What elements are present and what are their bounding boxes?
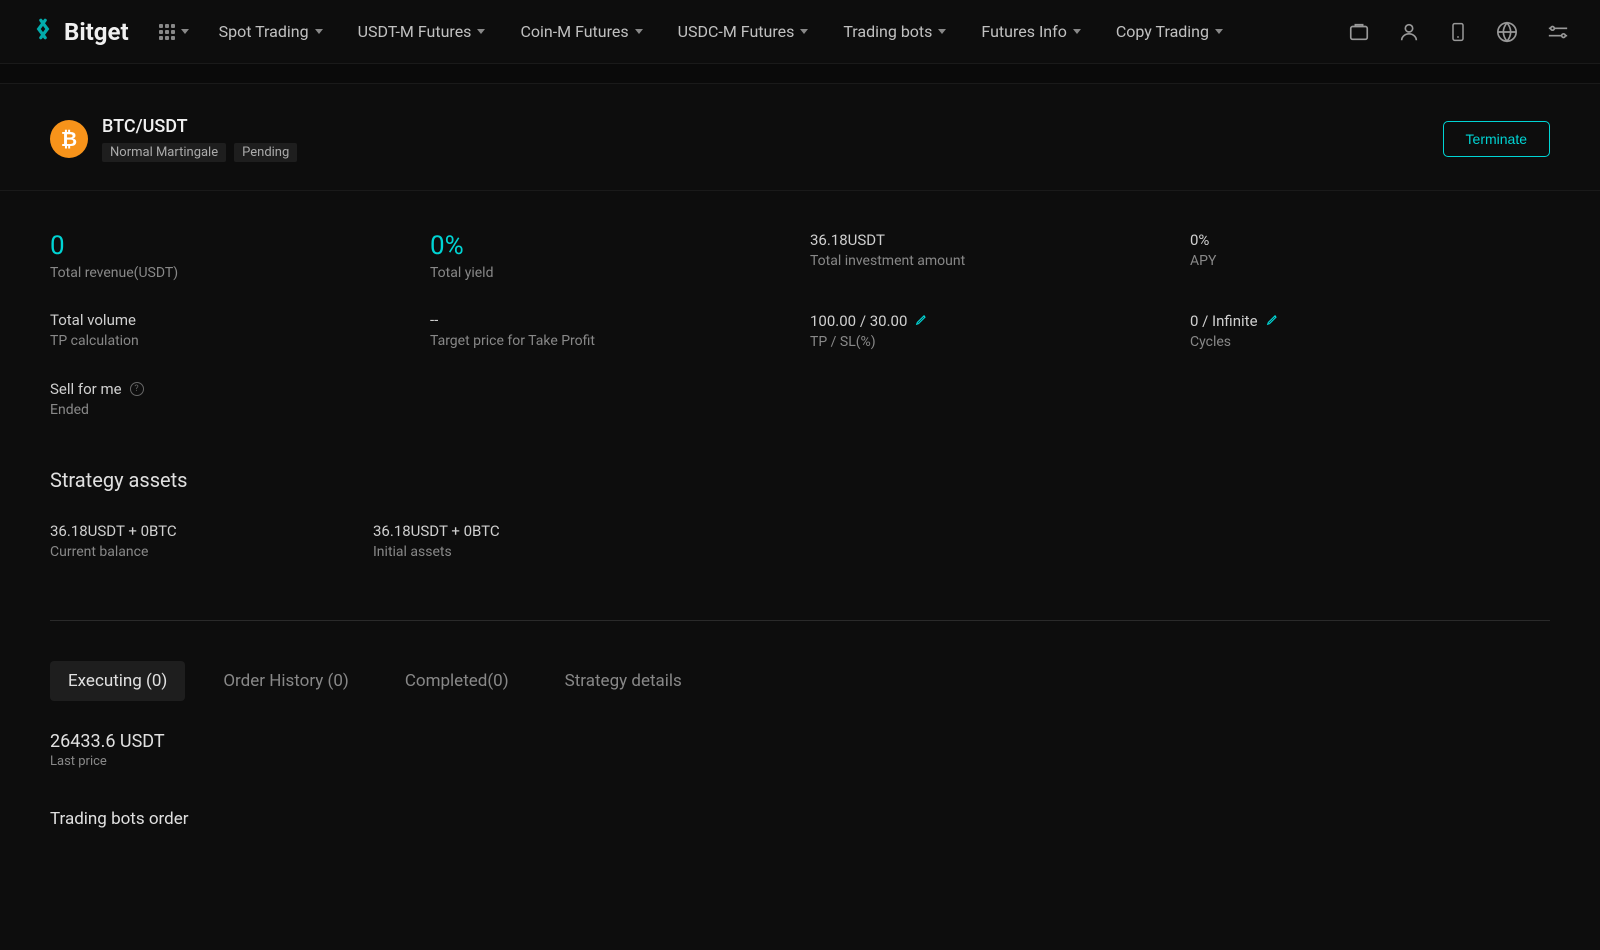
nav-coinm-futures[interactable]: Coin-M Futures: [520, 22, 642, 41]
chevron-down-icon: [938, 29, 946, 34]
stat-value: 36.18USDT + 0BTC: [373, 522, 1550, 540]
nav-label: USDC-M Futures: [678, 22, 795, 41]
apps-grid-icon: [159, 24, 175, 40]
logo[interactable]: Bitget: [30, 16, 129, 48]
stat-total-revenue: 0 Total revenue(USDT): [50, 231, 410, 281]
stat-value: --: [430, 311, 790, 329]
stat-label: TP / SL(%): [810, 334, 1170, 350]
stats-grid: 0 Total revenue(USDT) 0% Total yield 36.…: [50, 231, 1550, 418]
stat-value: Total volume: [50, 311, 410, 329]
tab-strategy-details[interactable]: Strategy details: [547, 661, 700, 701]
sub-header: [0, 64, 1600, 84]
stat-initial-assets: 36.18USDT + 0BTC Initial assets: [373, 522, 1550, 560]
stat-label: Cycles: [1190, 334, 1550, 350]
badge-status: Pending: [234, 143, 297, 162]
nav-trading-bots[interactable]: Trading bots: [843, 22, 946, 41]
stat-tp-sl: 100.00 / 30.00 TP / SL(%): [810, 311, 1170, 350]
logo-text: Bitget: [64, 18, 129, 46]
wallet-icon[interactable]: [1348, 21, 1370, 43]
stat-label: Current balance: [50, 544, 353, 560]
header-icons: [1348, 21, 1570, 43]
btc-coin-icon: ₿: [50, 120, 88, 158]
coin-symbol: ₿: [61, 127, 77, 152]
logo-icon: [30, 16, 56, 48]
nav-label: Trading bots: [843, 22, 932, 41]
stat-label: APY: [1190, 253, 1550, 269]
edit-icon[interactable]: [1266, 311, 1280, 330]
nav-usdtm-futures[interactable]: USDT-M Futures: [358, 22, 486, 41]
chevron-down-icon: [635, 29, 643, 34]
pair-section: ₿ BTC/USDT Normal Martingale Pending: [50, 116, 297, 162]
stat-total-investment: 36.18USDT Total investment amount: [810, 231, 1170, 281]
stat-value: 0 / Infinite: [1190, 312, 1258, 330]
main-header: Bitget Spot Trading USDT-M Futures Coin-…: [0, 0, 1600, 64]
nav-copy-trading[interactable]: Copy Trading: [1116, 22, 1223, 41]
stat-apy: 0% APY: [1190, 231, 1550, 281]
stat-value: Sell for me: [50, 380, 122, 398]
stat-value: 0%: [1190, 231, 1550, 249]
stat-value: 100.00 / 30.00: [810, 312, 907, 330]
tab-completed[interactable]: Completed(0): [387, 661, 527, 701]
help-icon[interactable]: ?: [130, 382, 144, 396]
tab-executing[interactable]: Executing (0): [50, 661, 185, 701]
stat-total-volume: Total volume TP calculation: [50, 311, 410, 350]
stat-value: 0%: [430, 231, 790, 261]
badge-strategy: Normal Martingale: [102, 143, 226, 162]
chevron-down-icon: [477, 29, 485, 34]
price-value: 26433.6 USDT: [50, 731, 1550, 752]
stat-label: Total revenue(USDT): [50, 265, 410, 281]
edit-icon[interactable]: [915, 311, 929, 330]
tab-order-history[interactable]: Order History (0): [205, 661, 366, 701]
tabs-section: Executing (0) Order History (0) Complete…: [0, 621, 1600, 849]
nav-futures-info[interactable]: Futures Info: [981, 22, 1080, 41]
stat-label: Initial assets: [373, 544, 1550, 560]
pair-info: BTC/USDT Normal Martingale Pending: [102, 116, 297, 162]
nav-label: Copy Trading: [1116, 22, 1209, 41]
stat-value: 36.18USDT + 0BTC: [50, 522, 353, 540]
user-icon[interactable]: [1398, 21, 1420, 43]
chevron-down-icon: [800, 29, 808, 34]
stat-value: 36.18USDT: [810, 231, 1170, 249]
chevron-down-icon: [181, 29, 189, 34]
chevron-down-icon: [315, 29, 323, 34]
stat-target-price: -- Target price for Take Profit: [430, 311, 790, 350]
nav-usdcm-futures[interactable]: USDC-M Futures: [678, 22, 809, 41]
stat-label: Target price for Take Profit: [430, 333, 790, 349]
stat-label: TP calculation: [50, 333, 410, 349]
stat-label: Total yield: [430, 265, 790, 281]
strategy-assets-title: Strategy assets: [50, 468, 1550, 492]
mobile-icon[interactable]: [1448, 21, 1468, 43]
stat-current-balance: 36.18USDT + 0BTC Current balance: [50, 522, 353, 560]
nav-label: Coin-M Futures: [520, 22, 628, 41]
apps-menu-button[interactable]: [159, 24, 189, 40]
terminate-button[interactable]: Terminate: [1443, 121, 1550, 157]
chevron-down-icon: [1073, 29, 1081, 34]
pair-name: BTC/USDT: [102, 116, 297, 137]
assets-grid: 36.18USDT + 0BTC Current balance 36.18US…: [50, 522, 1550, 590]
badges: Normal Martingale Pending: [102, 143, 297, 162]
stat-value: 0: [50, 231, 410, 261]
stat-total-yield: 0% Total yield: [430, 231, 790, 281]
price-info: 26433.6 USDT Last price: [50, 731, 1550, 769]
tabs: Executing (0) Order History (0) Complete…: [50, 661, 1550, 701]
order-title: Trading bots order: [50, 809, 1550, 829]
chevron-down-icon: [1215, 29, 1223, 34]
price-label: Last price: [50, 754, 1550, 769]
stat-cycles: 0 / Infinite Cycles: [1190, 311, 1550, 350]
stats-section: 0 Total revenue(USDT) 0% Total yield 36.…: [0, 191, 1600, 620]
nav-label: Spot Trading: [219, 22, 309, 41]
stat-label: Total investment amount: [810, 253, 1170, 269]
page-header: ₿ BTC/USDT Normal Martingale Pending Ter…: [0, 84, 1600, 191]
nav-spot-trading[interactable]: Spot Trading: [219, 22, 323, 41]
nav-label: Futures Info: [981, 22, 1066, 41]
settings-icon[interactable]: [1546, 21, 1570, 43]
stat-sell-for-me: Sell for me ? Ended: [50, 380, 410, 418]
globe-icon[interactable]: [1496, 21, 1518, 43]
stat-label: Ended: [50, 402, 410, 418]
main-nav: Spot Trading USDT-M Futures Coin-M Futur…: [219, 22, 1348, 41]
nav-label: USDT-M Futures: [358, 22, 472, 41]
